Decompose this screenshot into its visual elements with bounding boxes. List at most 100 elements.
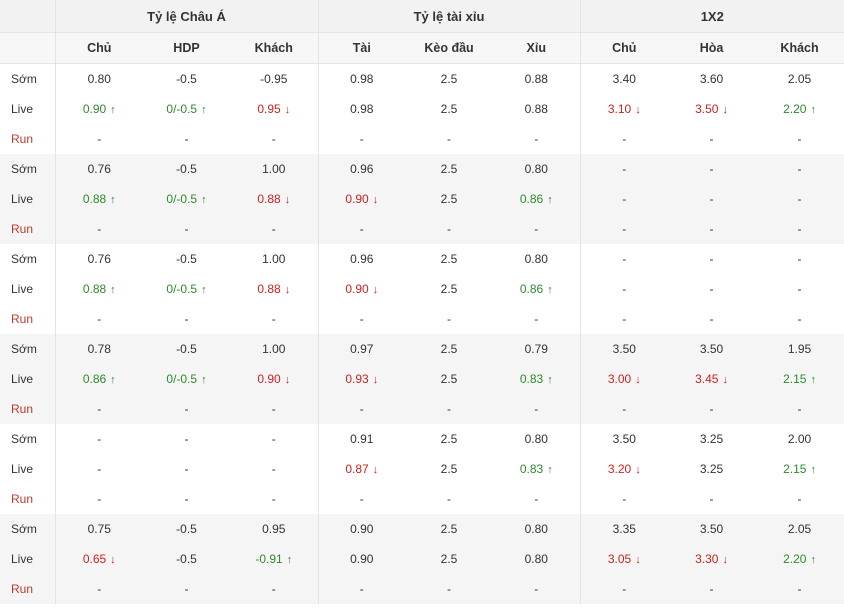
arrow-down-icon: ↓: [372, 193, 379, 206]
odds-cell-home: 0.75: [55, 513, 143, 544]
odds-cell-hdp: -: [143, 304, 230, 334]
odds-value: 0.88: [524, 101, 548, 116]
arrow-down-icon: ↓: [722, 373, 728, 386]
odds-cell-home: -: [55, 124, 143, 154]
odds-value: 0/-0.5: [166, 281, 198, 296]
odds-value: -0.5: [176, 71, 197, 86]
odds-cell-hdp: -: [143, 124, 230, 154]
odds-value: 2.20: [783, 551, 807, 566]
odds-body: Sớm 0.80 -0.5 -0.95 0.98 2.5 0.88 3.40 3.60 2.05 L…: [0, 63, 844, 604]
odds-cell-over: 0.91: [317, 423, 406, 454]
row-label-run: Run: [0, 483, 56, 514]
odds-value: -: [534, 311, 539, 326]
odds-cell-line: 2.5: [405, 543, 494, 574]
odds-cell-1x2-away: -: [755, 244, 844, 274]
arrow-down-icon: ↓: [372, 463, 379, 476]
odds-value: 0.78: [87, 341, 111, 356]
table-row: Live 0.90 ↑ 0/-0.5 ↑ 0.95 ↓ 0.98 2.5 0.88 3.10 ↓ 3.5…: [0, 93, 844, 124]
odds-cell-over: 0.96: [317, 153, 406, 184]
odds-value: -: [622, 311, 627, 326]
odds-cell-1x2-home: -: [579, 483, 669, 514]
odds-cell-1x2-home: 3.10 ↓: [579, 93, 669, 124]
odds-value: -0.5: [176, 161, 197, 176]
odds-cell-1x2-home: 3.05 ↓: [579, 543, 669, 574]
odds-cell-under: -: [493, 393, 581, 424]
odds-value: -0.5: [176, 521, 197, 536]
odds-cell-hdp: -: [143, 424, 230, 454]
odds-value: -0.5: [176, 551, 197, 566]
odds-cell-draw: -: [668, 183, 756, 214]
col-header-over: Tài: [317, 32, 406, 64]
odds-value: -: [271, 491, 276, 506]
odds-value: 0.90: [82, 101, 107, 116]
odds-cell-under: 0.80: [493, 153, 581, 184]
odds-value: 2.5: [440, 281, 458, 296]
odds-cell-draw: -: [668, 213, 756, 244]
odds-cell-away: -0.95: [230, 64, 318, 94]
odds-cell-home: -: [55, 573, 143, 604]
odds-cell-line: 2.5: [405, 363, 494, 394]
odds-value: -0.5: [176, 251, 197, 266]
odds-value: 0.90: [350, 551, 374, 566]
odds-cell-over: 0.98: [317, 93, 406, 124]
odds-cell-away: -: [230, 393, 319, 424]
odds-value: 3.25: [699, 461, 724, 476]
odds-value: 2.5: [440, 191, 458, 206]
col-header-1x2-away: Khách: [755, 32, 844, 64]
odds-cell-draw: 3.50: [668, 513, 756, 544]
table-row: Run - - - - - - - - -: [0, 213, 844, 244]
odds-value: -: [622, 491, 627, 506]
arrow-down-icon: ↓: [635, 373, 641, 386]
odds-cell-home: 0.86 ↑: [55, 363, 143, 394]
odds-value: 0.88: [82, 281, 107, 296]
odds-value: -: [622, 161, 627, 176]
odds-value: -: [447, 401, 452, 416]
odds-value: 0.80: [524, 161, 548, 176]
odds-value: -: [97, 401, 102, 416]
odds-value: -: [184, 131, 189, 146]
odds-value: 3.20: [607, 461, 632, 476]
arrow-up-icon: ↑: [547, 193, 553, 206]
odds-value: 3.50: [695, 101, 719, 116]
odds-cell-1x2-home: -: [579, 153, 669, 184]
odds-cell-1x2-home: -: [579, 123, 669, 154]
group-header-row: Tỷ lệ Châu Á Tỷ lệ tài xỉu 1X2: [0, 0, 844, 33]
odds-value: -: [271, 131, 276, 146]
table-row: Sớm 0.78 -0.5 1.00 0.97 2.5 0.79 3.50 3.50 1.95: [0, 333, 844, 364]
odds-cell-line: -: [405, 124, 493, 154]
odds-value: 0.80: [87, 71, 111, 86]
odds-cell-1x2-home: -: [579, 573, 669, 604]
odds-cell-home: -: [55, 454, 143, 484]
odds-cell-draw: -: [668, 244, 755, 274]
odds-value: 3.25: [699, 431, 724, 446]
odds-cell-under: 0.80: [493, 513, 581, 544]
odds-value: 0.76: [87, 161, 111, 176]
odds-value: 0.75: [87, 521, 111, 536]
group-header-over-under: Tỷ lệ tài xỉu: [317, 0, 581, 33]
odds-cell-hdp: -0.5: [143, 543, 230, 574]
odds-value: -: [97, 311, 102, 326]
odds-cell-over: -: [317, 213, 406, 244]
odds-cell-1x2-home: -: [579, 243, 669, 274]
odds-value: 0.80: [524, 251, 548, 266]
odds-cell-draw: -: [668, 573, 756, 604]
odds-cell-1x2-away: 1.95: [755, 333, 844, 364]
odds-cell-away: 0.88 ↓: [230, 274, 318, 304]
odds-cell-1x2-home: -: [579, 303, 669, 334]
odds-cell-line: 2.5: [405, 244, 493, 274]
row-label-live: Live: [0, 93, 56, 124]
odds-value: 2.15: [783, 371, 807, 386]
odds-cell-under: 0.83 ↑: [493, 454, 580, 484]
odds-value: -: [271, 431, 276, 446]
table-row: Run - - - - - - - - -: [0, 123, 844, 154]
odds-value: -: [709, 221, 714, 236]
odds-cell-1x2-away: -: [755, 393, 844, 424]
arrow-down-icon: ↓: [722, 553, 728, 566]
odds-value: -: [622, 191, 627, 206]
odds-value: -: [709, 251, 714, 266]
odds-cell-under: 0.83 ↑: [493, 363, 581, 394]
odds-cell-1x2-away: -: [755, 573, 844, 604]
odds-cell-draw: 3.30 ↓: [668, 543, 756, 574]
group-header-1x2: 1X2: [579, 0, 844, 33]
odds-cell-1x2-away: -: [755, 484, 844, 514]
